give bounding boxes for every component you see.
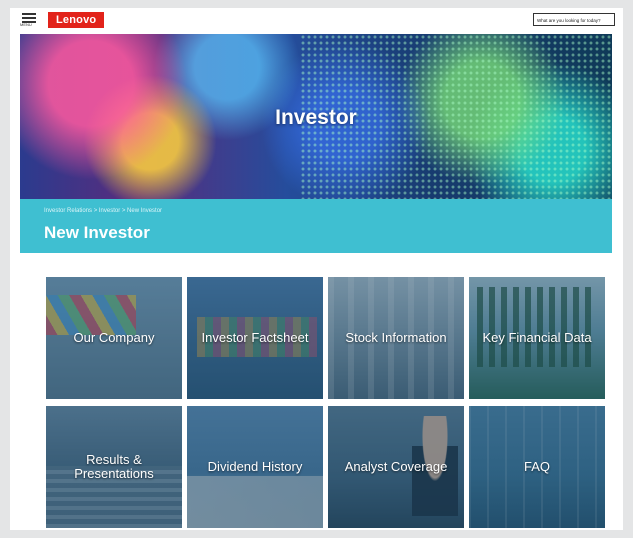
tile-label: Key Financial Data — [482, 330, 592, 345]
top-navigation-bar: MENU Lenovo What are you looking for tod… — [10, 8, 623, 34]
tile-label: Analyst Coverage — [344, 459, 448, 474]
tile-key-financial-data[interactable]: Key Financial Data — [469, 277, 605, 399]
page-title-band: Investor Relations > Investor > New Inve… — [20, 199, 612, 253]
tile-dividend-history[interactable]: Dividend History — [187, 406, 323, 528]
tile-investor-factsheet[interactable]: Investor Factsheet — [187, 277, 323, 399]
menu-label: MENU — [20, 22, 32, 27]
tile-label: Results & Presentations — [74, 452, 154, 481]
page: MENU Lenovo What are you looking for tod… — [10, 8, 623, 530]
hero-title: Investor — [275, 106, 357, 129]
tile-analyst-coverage[interactable]: Analyst Coverage — [328, 406, 464, 528]
page-title: New Investor — [44, 223, 150, 242]
hero-banner: Investor — [20, 34, 612, 199]
tile-label: Dividend History — [207, 459, 303, 474]
tile-label: Investor Factsheet — [201, 330, 309, 345]
search-input[interactable]: What are you looking for today? — [533, 13, 615, 26]
tile-faq[interactable]: FAQ — [469, 406, 605, 528]
lenovo-logo[interactable]: Lenovo — [48, 12, 105, 28]
tile-results-presentations[interactable]: Results & Presentations — [46, 406, 182, 528]
tile-label: Our Company — [73, 330, 155, 345]
breadcrumb[interactable]: Investor Relations > Investor > New Inve… — [44, 208, 162, 214]
tile-stock-information[interactable]: Stock Information — [328, 277, 464, 399]
tile-label: Stock Information — [345, 330, 447, 345]
tile-label: FAQ — [523, 459, 550, 474]
tile-our-company[interactable]: Our Company — [46, 277, 182, 399]
